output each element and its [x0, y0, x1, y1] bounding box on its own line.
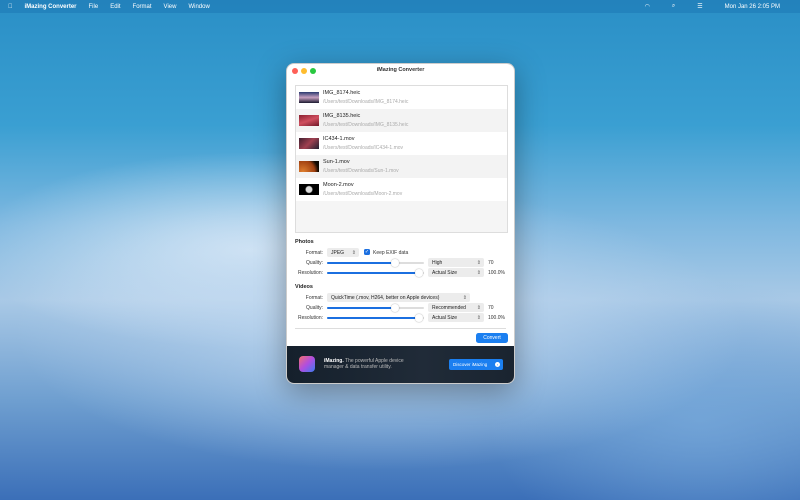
- video-resolution-select[interactable]: Actual Size ⇕: [428, 313, 484, 322]
- photo-resolution-select[interactable]: Actual Size ⇕: [428, 268, 484, 277]
- divider: [295, 328, 506, 329]
- file-name: IC434-1.mov: [323, 136, 355, 142]
- file-name: Sun-1.mov: [323, 159, 350, 165]
- discover-imazing-button[interactable]: Discover iMazing ›: [449, 359, 503, 370]
- video-resolution-value: 100.0%: [488, 315, 505, 321]
- file-name: Moon-2.mov: [323, 182, 354, 188]
- photo-quality-label: Quality:: [306, 260, 323, 266]
- photo-resolution-label: Resolution:: [297, 270, 323, 276]
- title-bar: iMazing Converter: [287, 64, 514, 78]
- file-path: /Users/test/Downloads/IMG_8135.heic: [323, 122, 409, 128]
- chevron-updown-icon: ⇕: [476, 259, 481, 266]
- menu-app[interactable]: iMazing Converter: [25, 4, 77, 10]
- chevron-updown-icon: ⇕: [476, 314, 481, 321]
- file-row[interactable]: Sun-1.mov/Users/test/Downloads/Sun-1.mov: [296, 155, 507, 178]
- file-path: /Users/test/Downloads/Moon-2.mov: [323, 191, 403, 197]
- file-row[interactable]: IC434-1.mov/Users/test/Downloads/IC434-1…: [296, 132, 507, 155]
- file-path: /Users/test/Downloads/IMG_8174.heic: [323, 99, 409, 105]
- search-icon[interactable]: ⌕: [672, 3, 675, 10]
- photo-format-label: Format:: [305, 250, 323, 256]
- photo-format-value: JPEG: [331, 250, 345, 256]
- menu-file[interactable]: File: [89, 4, 99, 10]
- keep-exif-label: Keep EXIF data: [373, 250, 409, 256]
- thumbnail-video: [299, 161, 319, 172]
- converter-window: iMazing Converter IMG_8174.heic/Users/te…: [286, 63, 515, 384]
- file-row[interactable]: Moon-2.mov/Users/test/Downloads/Moon-2.m…: [296, 178, 507, 201]
- video-resolution-label: Resolution:: [297, 315, 323, 321]
- chevron-updown-icon: ⇕: [462, 294, 467, 301]
- file-list[interactable]: IMG_8174.heic/Users/test/Downloads/IMG_8…: [295, 85, 508, 233]
- file-name: IMG_8135.heic: [323, 113, 361, 119]
- convert-button[interactable]: Convert: [476, 333, 508, 343]
- chevron-updown-icon: ⇕: [476, 304, 481, 311]
- file-path: /Users/test/Downloads/IC434-1.mov: [323, 145, 404, 151]
- photo-format-select[interactable]: JPEG ⇕: [327, 248, 359, 257]
- arrow-right-icon: ›: [495, 362, 500, 367]
- wifi-icon[interactable]: ◠: [645, 3, 650, 10]
- video-resolution-slider[interactable]: [327, 314, 424, 322]
- thumbnail-video: [299, 184, 319, 195]
- photo-quality-slider[interactable]: [327, 259, 424, 267]
- menu-edit[interactable]: Edit: [110, 4, 120, 10]
- video-format-select[interactable]: QuickTime (.mov, H264, better on Apple d…: [327, 293, 470, 302]
- thumbnail-image: [299, 92, 319, 103]
- discover-label: Discover iMazing: [453, 362, 488, 367]
- video-format-value: QuickTime (.mov, H264, better on Apple d…: [331, 295, 440, 301]
- menu-view[interactable]: View: [164, 4, 177, 10]
- photo-quality-preset: High: [432, 260, 443, 266]
- keep-exif-checkbox[interactable]: ✓: [364, 249, 370, 255]
- video-quality-select[interactable]: Recommended ⇕: [428, 303, 484, 312]
- imazing-app-icon: [299, 356, 315, 372]
- photo-resolution-slider[interactable]: [327, 269, 424, 277]
- file-path: /Users/test/Downloads/Sun-1.mov: [323, 168, 399, 174]
- menu-format[interactable]: Format: [133, 4, 152, 10]
- thumbnail-video: [299, 138, 319, 149]
- photo-resolution-preset: Actual Size: [432, 270, 458, 276]
- control-center-icon[interactable]: ☰: [697, 3, 702, 10]
- file-name: IMG_8174.heic: [323, 90, 361, 96]
- video-format-label: Format:: [305, 295, 323, 301]
- thumbnail-image: [299, 115, 319, 126]
- apple-menu-icon[interactable]: : [8, 4, 13, 10]
- photo-quality-value: 70: [488, 260, 494, 266]
- file-row[interactable]: IMG_8135.heic/Users/test/Downloads/IMG_8…: [296, 109, 507, 132]
- window-title: iMazing Converter: [376, 67, 425, 73]
- photo-quality-select[interactable]: High ⇕: [428, 258, 484, 267]
- file-row[interactable]: IMG_8174.heic/Users/test/Downloads/IMG_8…: [296, 86, 507, 109]
- menu-window[interactable]: Window: [188, 4, 209, 10]
- videos-heading: Videos: [295, 284, 313, 290]
- promo-text: iMazing. The powerful Apple device manag…: [324, 358, 424, 370]
- menu-bar:  iMazing Converter File Edit Format Vie…: [0, 0, 800, 13]
- photo-resolution-value: 100.0%: [488, 270, 505, 276]
- chevron-updown-icon: ⇕: [476, 269, 481, 276]
- video-quality-preset: Recommended: [432, 305, 466, 311]
- video-quality-label: Quality:: [306, 305, 323, 311]
- clock[interactable]: Mon Jan 26 2:05 PM: [725, 4, 780, 10]
- video-quality-value: 70: [488, 305, 494, 311]
- promo-footer: iMazing. The powerful Apple device manag…: [287, 346, 514, 383]
- video-quality-slider[interactable]: [327, 304, 424, 312]
- video-resolution-preset: Actual Size: [432, 315, 458, 321]
- chevron-updown-icon: ⇕: [351, 249, 356, 256]
- photos-heading: Photos: [295, 239, 314, 245]
